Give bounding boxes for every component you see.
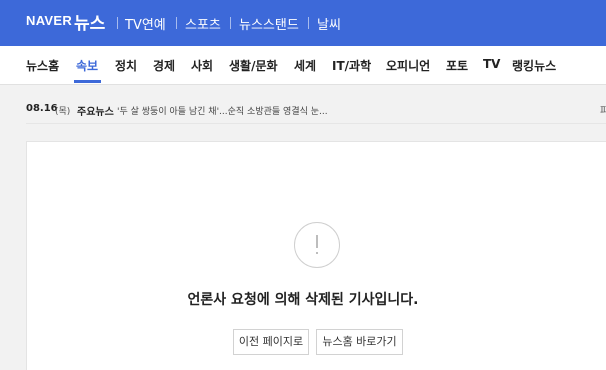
category-world[interactable]: 세계	[294, 57, 316, 74]
category-politics[interactable]: 정치	[115, 57, 137, 74]
category-news-home[interactable]: 뉴스홈	[26, 57, 59, 74]
alert-icon-bar	[316, 235, 318, 248]
alert-icon-dot	[316, 252, 318, 254]
ticker-label: 주요뉴스	[77, 107, 114, 118]
active-category-underline	[74, 80, 101, 83]
category-photo[interactable]: 포토	[446, 57, 468, 74]
naver-logo[interactable]: NAVER	[26, 13, 72, 28]
nav-divider	[230, 17, 231, 29]
ticker-divider	[26, 123, 606, 124]
nav-divider	[176, 17, 177, 29]
alert-icon	[294, 222, 340, 268]
nav-item-tv-entertainment[interactable]: TV연예	[125, 14, 166, 33]
category-tv[interactable]: TV	[483, 57, 500, 71]
category-economy[interactable]: 경제	[153, 57, 175, 74]
news-home-button[interactable]: 뉴스홈 바로가기	[316, 329, 403, 355]
news-brand[interactable]: 뉴스	[74, 9, 105, 34]
headline-ticker: 08.16 (목) 주요뉴스 '두 살 쌍둥이 아들 남긴 채'...순직 소방…	[0, 96, 606, 124]
top-header: NAVER 뉴스 TV연예 스포츠 뉴스스탠드 날씨	[0, 0, 606, 46]
category-breaking[interactable]: 속보	[76, 57, 98, 74]
category-opinion[interactable]: 오피니언	[386, 57, 430, 74]
nav-item-weather[interactable]: 날씨	[317, 14, 341, 33]
deleted-article-message: 언론사 요청에 의해 삭제된 기사입니다.	[187, 292, 419, 308]
category-life-culture[interactable]: 생활/문화	[229, 57, 278, 74]
nav-item-newsstand[interactable]: 뉴스스탠드	[239, 14, 299, 33]
ticker-day: (목)	[55, 107, 71, 117]
previous-page-button[interactable]: 이전 페이지로	[233, 329, 309, 355]
ticker-headline-link[interactable]: '두 살 쌍둥이 아들 남긴 채'...순직 소방관들 영결식 눈...	[117, 104, 328, 117]
category-it-science[interactable]: IT/과학	[332, 57, 371, 74]
category-ranking-news[interactable]: 랭킹뉴스	[512, 57, 556, 74]
nav-item-sports[interactable]: 스포츠	[185, 14, 221, 33]
ticker-right-text: 파	[600, 106, 606, 117]
ticker-date: 08.16	[26, 103, 58, 114]
category-society[interactable]: 사회	[191, 57, 213, 74]
category-nav: 뉴스홈 속보 정치 경제 사회 생활/문화 세계 IT/과학 오피니언 포토 T…	[0, 46, 606, 85]
nav-divider	[117, 17, 118, 29]
nav-divider	[308, 17, 309, 29]
